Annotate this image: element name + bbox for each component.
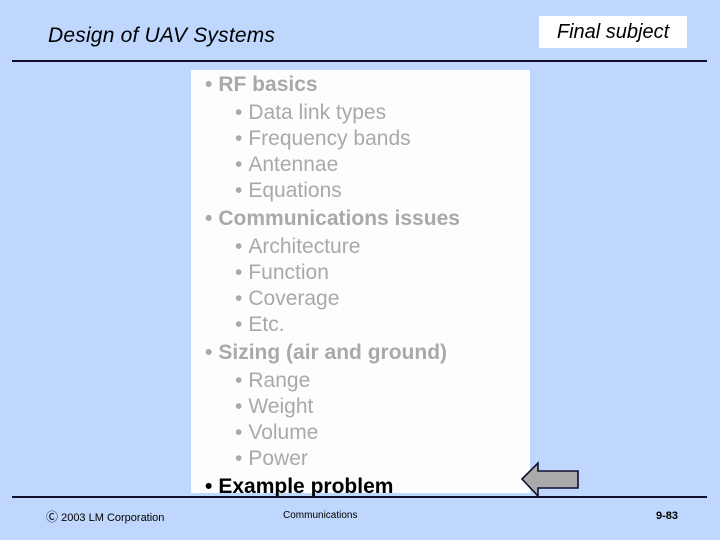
outline-item: • Frequency bands <box>191 126 530 152</box>
outline-item: • Weight <box>191 394 530 420</box>
content-panel: • RF basics • Data link types • Frequency ban… <box>191 70 530 498</box>
copyright-notice: Ⓒ 2003 LM Corporation <box>46 508 164 525</box>
bullet-dot-icon: • <box>205 207 213 230</box>
subject-badge-label: Final subject <box>556 20 670 43</box>
copyright-icon: Ⓒ <box>46 510 59 524</box>
bullet-dot-icon: • <box>235 153 243 176</box>
outline-item-label: Function <box>248 261 329 284</box>
outline-item: • Communications issues <box>191 204 530 234</box>
outline-item: • Range <box>191 368 530 394</box>
outline-item-label: Coverage <box>248 287 340 310</box>
outline-item: • Function <box>191 260 530 286</box>
bullet-dot-icon: • <box>205 341 213 364</box>
bullet-dot-icon: • <box>235 369 243 392</box>
copyright-text: 2003 LM Corporation <box>61 512 165 524</box>
subject-badge: Final subject <box>539 16 687 48</box>
page-title: Design of UAV Systems <box>48 24 276 47</box>
outline-item-label: Communications issues <box>218 207 460 230</box>
outline-item: • Antennae <box>191 152 530 178</box>
outline-item-label: Data link types <box>248 101 387 124</box>
outline-item-label: Antennae <box>248 153 339 176</box>
outline-item-label: Weight <box>248 395 314 418</box>
outline-item: • Coverage <box>191 286 530 312</box>
outline-item-label: Power <box>248 447 308 470</box>
outline-item: • Architecture <box>191 234 530 260</box>
outline-item-label: Equations <box>248 179 342 202</box>
outline-list: • RF basics • Data link types • Frequency ban… <box>191 70 530 502</box>
outline-item-label: Architecture <box>248 235 361 258</box>
page-number: 9-83 <box>656 510 679 522</box>
outline-item-label: Example problem <box>218 475 394 498</box>
outline-item-label: Range <box>248 369 311 392</box>
bullet-dot-icon: • <box>235 313 243 336</box>
outline-item: • Volume <box>191 420 530 446</box>
outline-item: • Etc. <box>191 312 530 338</box>
bullet-dot-icon: • <box>235 395 243 418</box>
outline-item: • Sizing (air and ground) <box>191 338 530 368</box>
header-divider <box>12 60 707 62</box>
outline-item-label: Volume <box>248 421 319 444</box>
footer-topic-label: Communications <box>283 510 358 521</box>
outline-item: • Equations <box>191 178 530 204</box>
bullet-dot-icon: • <box>235 179 243 202</box>
outline-item-label: Frequency bands <box>248 127 411 150</box>
outline-item-label: Etc. <box>248 313 285 336</box>
bullet-dot-icon: • <box>235 101 243 124</box>
outline-item-label: Sizing (air and ground) <box>218 341 448 364</box>
bullet-dot-icon: • <box>235 235 243 258</box>
outline-item: • Data link types <box>191 100 530 126</box>
bullet-dot-icon: • <box>205 73 213 96</box>
outline-item: • Power <box>191 446 530 472</box>
slide-canvas: Design of UAV Systems Final subject • RF … <box>0 0 720 540</box>
bullet-dot-icon: • <box>235 447 243 470</box>
arrow-left-icon <box>520 461 579 499</box>
bullet-dot-icon: • <box>235 261 243 284</box>
bullet-dot-icon: • <box>235 127 243 150</box>
bullet-dot-icon: • <box>235 287 243 310</box>
outline-item-label: RF basics <box>218 73 318 96</box>
bullet-dot-icon: • <box>235 421 243 444</box>
footer-divider <box>12 496 707 498</box>
outline-item: • RF basics <box>191 70 530 100</box>
